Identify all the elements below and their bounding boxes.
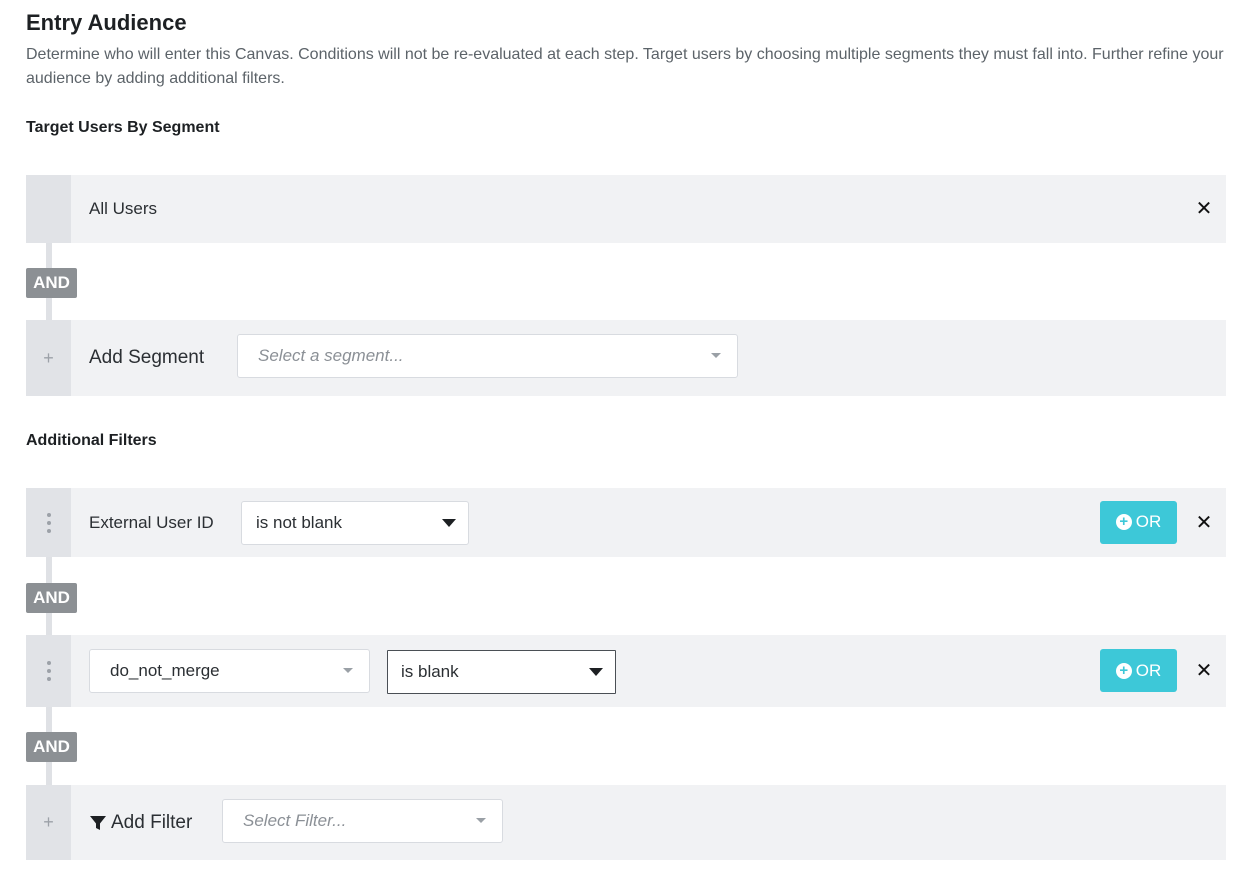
close-icon[interactable]: ✕ (1194, 661, 1214, 681)
filter-row: External User ID is not blank + OR ✕ (26, 488, 1226, 557)
segment-select-placeholder: Select a segment... (258, 346, 404, 365)
and-tag: AND (26, 268, 77, 298)
drag-handle-icon[interactable] (26, 488, 71, 557)
close-icon[interactable]: ✕ (1194, 513, 1214, 533)
or-button[interactable]: + OR (1100, 649, 1177, 692)
chevron-down-icon (442, 519, 456, 527)
plus-icon: + (26, 785, 71, 860)
filter-field-select[interactable]: do_not_merge (89, 649, 370, 693)
segments-section-title: Target Users By Segment (26, 119, 220, 136)
filter-operator-select[interactable]: is blank (387, 650, 616, 694)
segment-row: All Users ✕ (26, 175, 1226, 243)
plus-icon: + (1115, 514, 1132, 530)
or-button-label: OR (1135, 512, 1162, 531)
entry-audience-panel: Entry Audience Determine who will enter … (0, 0, 1251, 896)
add-segment-label: Add Segment (89, 347, 205, 368)
filter-funnel-icon (90, 815, 106, 830)
plus-icon: + (1115, 662, 1132, 679)
drag-handle-icon[interactable] (26, 635, 71, 707)
chevron-down-icon (476, 818, 486, 823)
segment-label: All Users (89, 199, 158, 218)
filter-row: do_not_merge is blank + OR ✕ (26, 635, 1226, 707)
or-button[interactable]: + OR (1100, 500, 1177, 544)
and-tag: AND (26, 732, 77, 762)
or-button-label: OR (1135, 660, 1162, 680)
close-icon[interactable]: ✕ (1194, 199, 1214, 219)
filter-operator-value: is not blank (256, 513, 342, 532)
chevron-down-icon (343, 668, 353, 673)
and-tag: AND (26, 583, 77, 613)
chevron-down-icon (711, 353, 721, 358)
filter-operator-value: is blank (401, 662, 459, 681)
filters-section-title: Additional Filters (26, 432, 157, 449)
add-filter-label: Add Filter (111, 811, 193, 833)
page-description: Determine who will enter this Canvas. Co… (26, 46, 1224, 87)
plus-icon: + (26, 320, 71, 396)
segment-select[interactable]: Select a segment... (237, 334, 738, 378)
page-title: Entry Audience (26, 10, 187, 35)
segment-row-content: All Users (89, 175, 1226, 243)
filter-field-label: External User ID (89, 512, 214, 532)
filter-select-placeholder: Select Filter... (243, 811, 347, 830)
chevron-down-icon (589, 668, 603, 676)
filter-operator-select[interactable]: is not blank (241, 501, 469, 545)
add-segment-row: + Add Segment Select a segment... (26, 320, 1226, 396)
filter-field-value: do_not_merge (110, 661, 220, 680)
add-filter-row: + Add Filter Select Filter... (26, 785, 1226, 860)
filter-select[interactable]: Select Filter... (222, 799, 503, 843)
segment-row-gutter (26, 175, 71, 243)
